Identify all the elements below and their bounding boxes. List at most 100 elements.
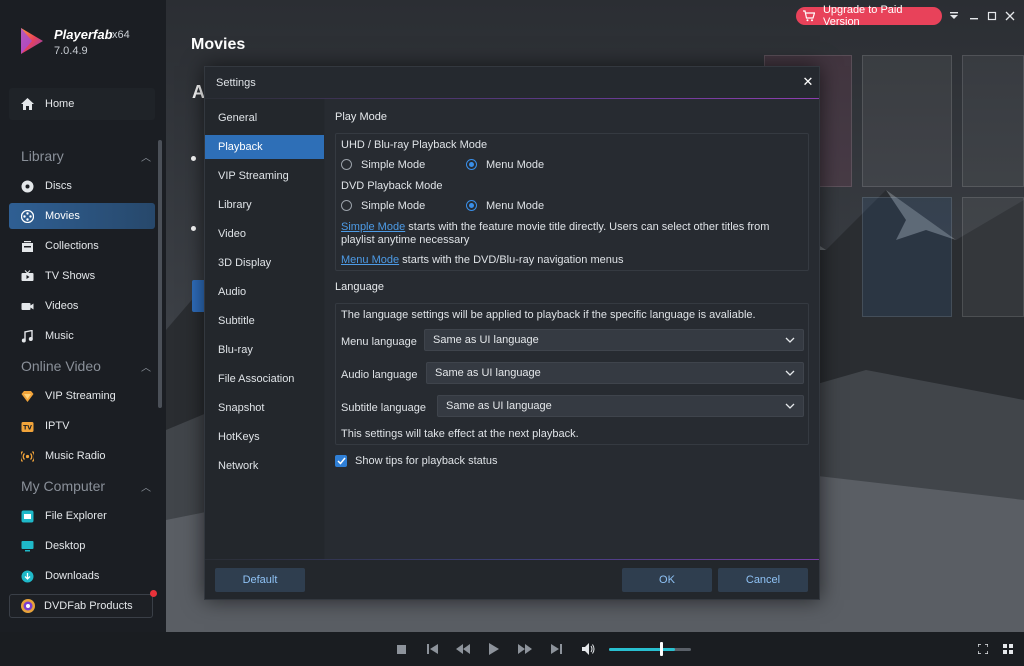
sidebar-item-discs[interactable]: Discs: [9, 173, 155, 199]
play-icon[interactable]: [486, 641, 502, 657]
settings-tab-file-association[interactable]: File Association: [205, 367, 324, 391]
stop-icon[interactable]: [393, 641, 409, 657]
close-icon[interactable]: ✕: [801, 74, 815, 89]
chevron-up-icon: ︿: [141, 482, 151, 494]
collections-icon: [19, 238, 35, 254]
dvdfab-logo-icon: [21, 599, 35, 613]
sidebar-item-label: Music: [45, 330, 74, 342]
settings-tab-hotkeys[interactable]: HotKeys: [205, 425, 324, 449]
sidebar-item-iptv[interactable]: TV IPTV: [9, 413, 155, 439]
chevron-down-icon: [785, 403, 795, 409]
dropdown-menu-icon[interactable]: [944, 6, 964, 26]
menu-mode-desc: starts with the DVD/Blu-ray navigation m…: [399, 254, 624, 266]
settings-tab-audio[interactable]: Audio: [205, 280, 324, 304]
volume-fill: [609, 648, 675, 651]
show-tips-label[interactable]: Show tips for playback status: [355, 455, 497, 467]
settings-tab-network[interactable]: Network: [205, 454, 324, 478]
menu-language-label: Menu language: [341, 336, 417, 348]
menu-language-select[interactable]: Same as UI language: [424, 329, 804, 351]
settings-tab-library[interactable]: Library: [205, 193, 324, 217]
fast-forward-icon[interactable]: [517, 641, 533, 657]
sidebar-item-tv-shows[interactable]: TV Shows: [9, 263, 155, 289]
products-label: DVDFab Products: [44, 600, 133, 612]
checkmark-icon: [336, 457, 346, 465]
app-version: 7.0.4.9: [54, 45, 88, 57]
sidebar-item-movies[interactable]: Movies: [9, 203, 155, 229]
next-icon[interactable]: [548, 641, 564, 657]
upgrade-button[interactable]: Upgrade to Paid Version: [796, 4, 942, 28]
dvd-menu-label[interactable]: Menu Mode: [486, 200, 544, 212]
sidebar-item-label: Music Radio: [45, 450, 106, 462]
uhd-simple-label[interactable]: Simple Mode: [361, 159, 425, 171]
section-label: Library: [21, 148, 64, 164]
sidebar-item-vip-streaming[interactable]: VIP Streaming: [9, 383, 155, 409]
show-tips-checkbox[interactable]: [335, 455, 347, 467]
subtitle-language-value: Same as UI language: [446, 400, 552, 412]
settings-tab-subtitle[interactable]: Subtitle: [205, 309, 324, 333]
sidebar-item-downloads[interactable]: Downloads: [9, 563, 155, 589]
fullscreen-icon[interactable]: [975, 641, 991, 657]
ok-button[interactable]: OK: [622, 568, 712, 592]
sidebar-item-desktop[interactable]: Desktop: [9, 533, 155, 559]
sidebar-item-label: Home: [45, 98, 75, 110]
simple-mode-description: Simple Mode starts with the feature movi…: [341, 221, 803, 233]
dvdfab-products-button[interactable]: DVDFab Products: [9, 594, 153, 618]
cancel-button[interactable]: Cancel: [718, 568, 808, 592]
sidebar-scrollbar[interactable]: [158, 140, 162, 408]
section-library[interactable]: Library ︿: [21, 148, 151, 164]
subtitle-language-select[interactable]: Same as UI language: [437, 395, 804, 417]
default-button[interactable]: Default: [215, 568, 305, 592]
playlist-grid-icon[interactable]: [1000, 641, 1016, 657]
settings-tab-playback[interactable]: Playback: [205, 135, 324, 159]
menu-mode-link[interactable]: Menu Mode: [341, 254, 399, 266]
uhd-menu-label[interactable]: Menu Mode: [486, 159, 544, 171]
minimize-icon[interactable]: [964, 6, 984, 26]
settings-tab-snapshot[interactable]: Snapshot: [205, 396, 324, 420]
maximize-icon[interactable]: [982, 6, 1002, 26]
decor-pane: [962, 197, 1024, 317]
sidebar-item-label: File Explorer: [45, 510, 107, 522]
simple-mode-link[interactable]: Simple Mode: [341, 221, 405, 233]
section-label: Online Video: [21, 358, 101, 374]
dvd-simple-label[interactable]: Simple Mode: [361, 200, 425, 212]
settings-content: Play Mode UHD / Blu-ray Playback Mode Si…: [325, 99, 819, 559]
uhd-menu-radio[interactable]: [466, 159, 477, 170]
sidebar-item-collections[interactable]: Collections: [9, 233, 155, 259]
uhd-simple-radio[interactable]: [341, 159, 352, 170]
volume-icon[interactable]: [580, 641, 596, 657]
language-panel: The language settings will be applied to…: [335, 303, 809, 445]
close-icon[interactable]: [1000, 6, 1020, 26]
rewind-icon[interactable]: [455, 641, 471, 657]
playerfab-logo-icon: [21, 28, 43, 54]
sidebar-item-music[interactable]: Music: [9, 323, 155, 349]
menu-mode-description: Menu Mode starts with the DVD/Blu-ray na…: [341, 254, 623, 266]
sidebar-item-label: TV Shows: [45, 270, 96, 282]
bullet-dot: [191, 156, 196, 161]
section-online-video[interactable]: Online Video ︿: [21, 358, 151, 374]
vip-icon: [19, 388, 35, 404]
sidebar-item-videos[interactable]: Videos: [9, 293, 155, 319]
previous-icon[interactable]: [424, 641, 440, 657]
dvd-menu-radio[interactable]: [466, 200, 477, 211]
dvd-mode-label: DVD Playback Mode: [341, 180, 443, 192]
sidebar-item-label: Movies: [45, 210, 80, 222]
simple-mode-desc: starts with the feature movie title dire…: [405, 221, 770, 233]
volume-thumb[interactable]: [660, 642, 663, 656]
sidebar-item-file-explorer[interactable]: File Explorer: [9, 503, 155, 529]
upgrade-label: Upgrade to Paid Version: [822, 4, 903, 28]
settings-tab-general[interactable]: General: [205, 106, 324, 130]
menu-language-value: Same as UI language: [433, 334, 539, 346]
settings-tab-3d-display[interactable]: 3D Display: [205, 251, 324, 275]
settings-tab-vip-streaming[interactable]: VIP Streaming: [205, 164, 324, 188]
dvd-simple-radio[interactable]: [341, 200, 352, 211]
sidebar-item-music-radio[interactable]: Music Radio: [9, 443, 155, 469]
video-icon: [19, 298, 35, 314]
desktop-icon: [19, 538, 35, 554]
audio-language-select[interactable]: Same as UI language: [426, 362, 804, 384]
section-my-computer[interactable]: My Computer ︿: [21, 478, 151, 494]
settings-tab-blu-ray[interactable]: Blu-ray: [205, 338, 324, 362]
chevron-up-icon: ︿: [141, 152, 151, 164]
sidebar-item-home[interactable]: Home: [9, 88, 155, 120]
svg-text:TV: TV: [23, 424, 32, 431]
settings-tab-video[interactable]: Video: [205, 222, 324, 246]
